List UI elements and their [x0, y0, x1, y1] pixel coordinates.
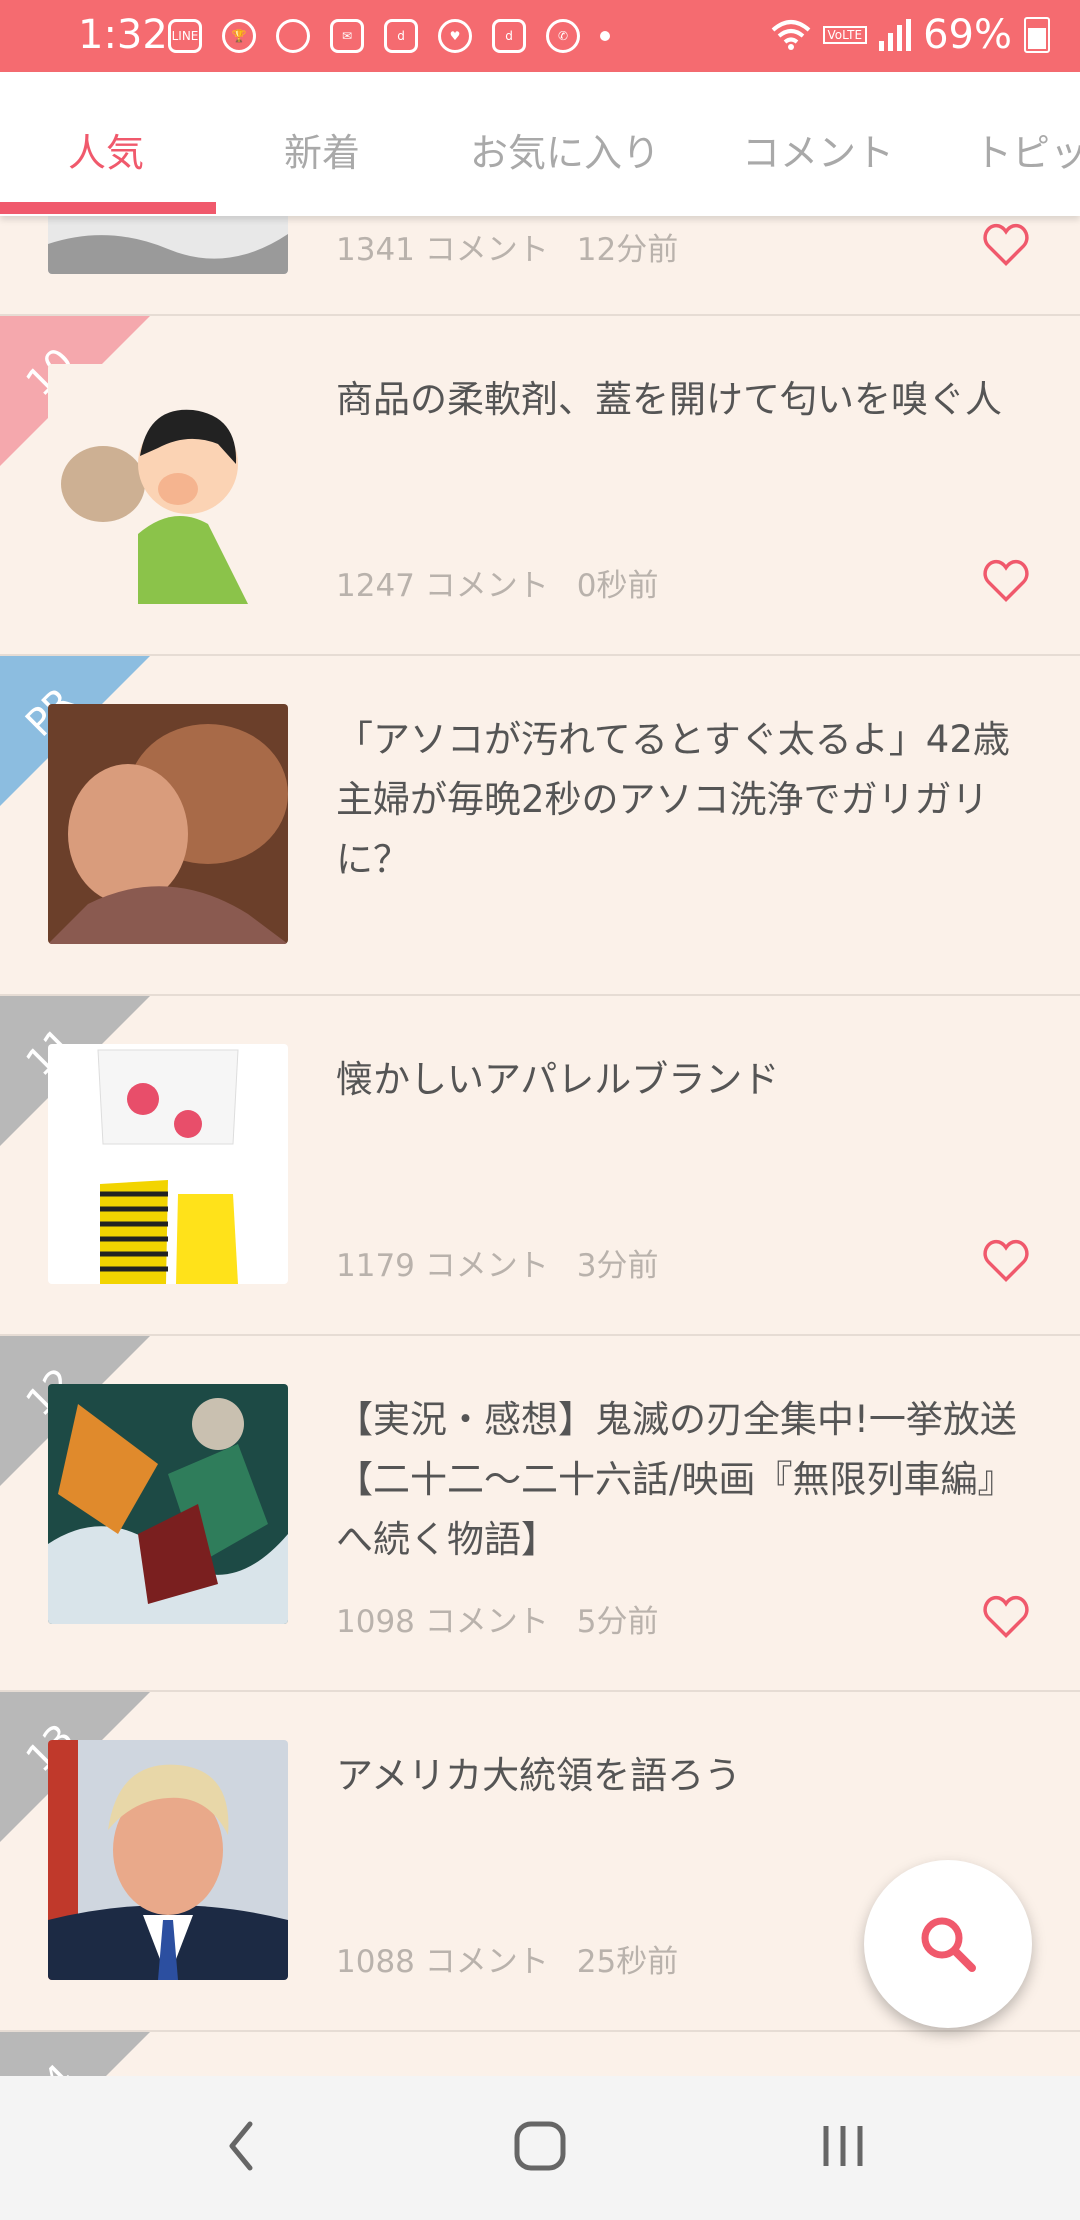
home-icon[interactable]	[512, 2116, 568, 2176]
topic-meta: 1088 コメント 25秒前	[336, 1936, 706, 1981]
system-nav-bar	[0, 2076, 1080, 2220]
comment-count: 1088 コメント	[336, 1944, 549, 1980]
topic-thumbnail	[48, 1384, 288, 1624]
notification-icons: LINE 🏆 ✉ d ♥ d ✆	[168, 14, 610, 58]
call-icon: ✆	[546, 19, 580, 53]
account-icon	[276, 19, 310, 53]
apparel-photo	[48, 1044, 288, 1284]
line-icon: LINE	[168, 19, 202, 53]
status-bar: 1:32 LINE 🏆 ✉ d ♥ d ✆ VoLTE 69%	[0, 0, 1080, 72]
post-time: 25秒前	[576, 1944, 679, 1980]
topic-title: 【実況・感想】鬼滅の刃全集中!一挙放送【二十二〜二十六話/映画『無限列車編』へ続…	[336, 1398, 1017, 1561]
comment-count: 1098 コメント	[336, 1604, 549, 1640]
battery-icon	[1024, 17, 1050, 53]
signal-icon	[879, 19, 912, 51]
search-button[interactable]	[864, 1860, 1032, 2028]
mail-icon: ✉	[330, 19, 364, 53]
ad-thumbnail	[48, 704, 288, 944]
topic-meta: 1247 コメント 0秒前	[336, 560, 686, 605]
search-icon	[921, 1917, 976, 1972]
dbook-icon: d	[492, 19, 526, 53]
topic-thumbnail	[48, 364, 288, 604]
post-time: 5分前	[576, 1604, 659, 1640]
topic-meta: 1341 コメント 12分前	[336, 224, 706, 269]
topic-thumbnail	[48, 1740, 288, 1980]
topic-meta: 1179 コメント 3分前	[336, 1240, 686, 1285]
topic-row[interactable]: 14	[0, 2032, 1080, 2076]
more-notifications-icon	[600, 31, 610, 41]
post-time: 3分前	[576, 1248, 659, 1284]
topic-title: 懐かしいアパレルブランド	[336, 1058, 780, 1101]
ad-photo	[48, 704, 288, 944]
ad-row[interactable]: PR 「アソコが汚れてるとすぐ太るよ」42歳主婦が毎晩2秒のアソコ洗浄でガリガリ…	[0, 656, 1080, 996]
battery-percent: 69%	[923, 12, 1012, 58]
topic-row[interactable]: 10 商品の柔軟剤、蓋を開けて匂いを嗅ぐ人 1247 コメント0秒前	[0, 316, 1080, 656]
heart-outline-icon[interactable]	[980, 1590, 1032, 1642]
heart-outline-icon[interactable]	[980, 1234, 1032, 1286]
status-time: 1:32	[78, 12, 168, 58]
topic-title: アメリカ大統領を語ろう	[336, 1754, 742, 1797]
trophy-icon: 🏆	[222, 19, 256, 53]
topic-meta: 1098 コメント 5分前	[336, 1596, 686, 1641]
system-status: VoLTE 69%	[771, 12, 1050, 58]
heart-app-icon: ♥	[438, 19, 472, 53]
d-app-icon: d	[384, 19, 418, 53]
topic-row[interactable]: 12 【実況・感想】鬼滅の刃全集中!一挙放送【二十二〜二十六話/映画『無限列車編…	[0, 1336, 1080, 1692]
tab-popular[interactable]: 人気	[68, 122, 144, 177]
volte-icon: VoLTE	[822, 26, 868, 44]
recents-icon[interactable]	[818, 2116, 868, 2176]
portrait-photo	[48, 1740, 288, 1980]
tab-favorites[interactable]: お気に入り	[470, 122, 660, 177]
comment-count: 1341 コメント	[336, 232, 549, 268]
category-tabs: 人気 新着 お気に入り コメント トピッ	[0, 72, 1080, 216]
topic-title: 商品の柔軟剤、蓋を開けて匂いを嗅ぐ人	[336, 378, 1002, 421]
back-icon[interactable]	[220, 2116, 260, 2176]
illustration-smelling	[48, 364, 288, 604]
ad-title: 「アソコが汚れてるとすぐ太るよ」42歳主婦が毎晩2秒のアソコ洗浄でガリガリに？	[336, 718, 1010, 881]
topic-thumbnail	[48, 1044, 288, 1284]
post-time: 0秒前	[576, 568, 659, 604]
active-tab-indicator	[0, 202, 216, 214]
tab-topics[interactable]: トピッ	[974, 122, 1080, 177]
tab-new[interactable]: 新着	[284, 122, 360, 177]
comment-count: 1247 コメント	[336, 568, 549, 604]
heart-outline-icon[interactable]	[980, 218, 1032, 270]
heart-outline-icon[interactable]	[980, 554, 1032, 606]
comment-count: 1179 コメント	[336, 1248, 549, 1284]
post-time: 12分前	[576, 232, 679, 268]
tab-comments[interactable]: コメント	[742, 122, 894, 177]
topic-row[interactable]: 11 懐かしいアパレルブランド 1179 コメント3分前	[0, 996, 1080, 1336]
wifi-icon	[771, 20, 810, 50]
anime-artwork	[48, 1384, 288, 1624]
